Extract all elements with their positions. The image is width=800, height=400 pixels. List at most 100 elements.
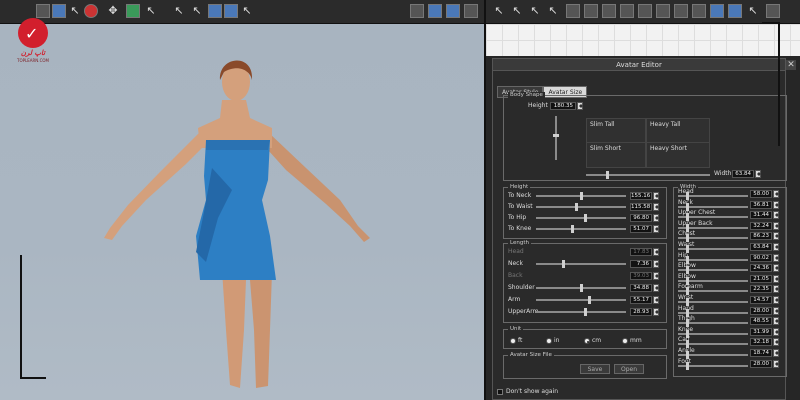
row-spinner[interactable] [773, 349, 779, 357]
row-value[interactable]: 36.81 [750, 200, 772, 209]
row-value[interactable]: 7.36 [630, 260, 652, 268]
row-spinner[interactable] [653, 225, 659, 233]
row-spinner[interactable] [773, 221, 779, 230]
seam-icon[interactable] [674, 4, 688, 18]
row-slider[interactable] [678, 202, 748, 211]
row-spinner[interactable] [653, 296, 659, 304]
slider-thumb[interactable] [588, 296, 591, 304]
3d-viewport[interactable]: ↖ ✥ ↖ ↖ ↖ ↖ ✓ تاپ لرن TOPLEARN.COM [0, 0, 484, 400]
slider-thumb[interactable] [562, 260, 565, 268]
row-spinner[interactable] [653, 272, 659, 280]
row-slider[interactable] [678, 340, 748, 349]
row-spinner[interactable] [773, 274, 779, 283]
row-slider[interactable] [678, 361, 748, 370]
row-spinner[interactable] [773, 211, 779, 220]
row-value[interactable]: 155.16 [630, 192, 652, 200]
slider-thumb[interactable] [584, 308, 587, 316]
row-value[interactable]: 32.18 [750, 338, 772, 347]
row-spinner[interactable] [773, 327, 779, 336]
row-spinner[interactable] [773, 338, 779, 347]
row-value[interactable]: 39.03 [630, 272, 652, 280]
row-spinner[interactable] [773, 243, 779, 251]
row-value[interactable]: 34.88 [630, 284, 652, 292]
row-value[interactable]: 28.00 [750, 359, 772, 368]
tack-icon[interactable] [692, 4, 706, 18]
row-spinner[interactable] [773, 296, 779, 304]
row-value[interactable]: 32.24 [750, 221, 772, 230]
row-value[interactable]: 21.05 [750, 274, 772, 283]
circle-icon[interactable] [602, 4, 616, 18]
fit-window-icon[interactable] [766, 4, 780, 18]
row-value[interactable]: 90.02 [750, 253, 772, 262]
row-value[interactable]: 58.00 [750, 190, 772, 198]
unit-radio-mm[interactable] [622, 338, 628, 344]
unit-radio-cm[interactable] [584, 338, 590, 344]
row-slider[interactable] [678, 276, 748, 285]
row-slider[interactable] [678, 266, 748, 275]
row-spinner[interactable] [653, 308, 659, 316]
row-slider[interactable] [678, 287, 748, 296]
shape-slim-short[interactable]: Slim Short [586, 142, 646, 168]
row-spinner[interactable] [653, 214, 659, 222]
slider-thumb[interactable] [584, 214, 587, 222]
row-value[interactable]: 31.99 [750, 327, 772, 336]
row-value[interactable]: 51.07 [630, 225, 652, 233]
row-value[interactable]: 28.93 [630, 308, 652, 316]
zoom-pointer-icon[interactable]: ↖ [746, 4, 760, 18]
body-height-spinner[interactable] [577, 102, 583, 110]
rectangle-icon[interactable] [584, 4, 598, 18]
unit-radio-ft[interactable] [510, 338, 516, 344]
row-value[interactable]: 55.17 [630, 296, 652, 304]
edit-point-icon[interactable]: ↖ [510, 4, 524, 18]
row-slider[interactable] [678, 298, 748, 306]
row-slider[interactable] [536, 296, 626, 304]
row-value[interactable]: 115.58 [630, 203, 652, 211]
shirt-back-icon[interactable] [728, 4, 742, 18]
row-spinner[interactable] [653, 284, 659, 292]
row-value[interactable]: 48.55 [750, 317, 772, 326]
slider-thumb[interactable] [575, 203, 578, 211]
row-value[interactable]: 14.57 [750, 296, 772, 304]
shape-heavy-short[interactable]: Heavy Short [646, 142, 710, 168]
save-button[interactable]: Save [580, 364, 610, 374]
row-value[interactable]: 17.83 [630, 248, 652, 256]
row-value[interactable]: 31.44 [750, 211, 772, 220]
row-value[interactable]: 96.80 [630, 214, 652, 222]
unit-radio-in[interactable] [546, 338, 552, 344]
row-slider[interactable] [678, 213, 748, 222]
row-slider[interactable] [678, 255, 748, 264]
row-spinner[interactable] [773, 190, 779, 198]
body-width-value[interactable]: 63.84 [732, 170, 754, 178]
dont-show-checkbox[interactable] [497, 389, 503, 395]
transform-icon[interactable]: ↖ [546, 4, 560, 18]
row-slider[interactable] [678, 245, 748, 253]
row-slider[interactable] [678, 223, 748, 232]
edit-curve-icon[interactable]: ↖ [528, 4, 542, 18]
row-value[interactable]: 63.84 [750, 243, 772, 251]
row-slider[interactable] [678, 192, 748, 200]
row-spinner[interactable] [773, 200, 779, 209]
polygon-icon[interactable] [566, 4, 580, 18]
row-value[interactable]: 18.74 [750, 349, 772, 357]
row-spinner[interactable] [773, 232, 779, 241]
pattern-grid[interactable] [486, 24, 800, 56]
row-slider[interactable] [536, 225, 626, 233]
row-slider[interactable] [536, 284, 626, 292]
dart-icon[interactable] [638, 4, 652, 18]
slider-thumb[interactable] [580, 284, 583, 292]
row-value[interactable]: 22.35 [750, 285, 772, 294]
slider-thumb[interactable] [686, 361, 689, 370]
row-spinner[interactable] [773, 317, 779, 326]
row-value[interactable]: 28.00 [750, 306, 772, 315]
row-slider[interactable] [678, 351, 748, 359]
row-spinner[interactable] [653, 203, 659, 211]
row-spinner[interactable] [773, 285, 779, 294]
body-width-spinner[interactable] [755, 170, 761, 178]
body-height-slider[interactable] [553, 116, 559, 160]
internal-polygon-icon[interactable] [620, 4, 634, 18]
body-width-slider[interactable] [586, 171, 710, 179]
row-spinner[interactable] [773, 253, 779, 262]
trace-icon[interactable] [656, 4, 670, 18]
row-slider[interactable] [678, 308, 748, 317]
row-slider[interactable] [536, 203, 626, 211]
